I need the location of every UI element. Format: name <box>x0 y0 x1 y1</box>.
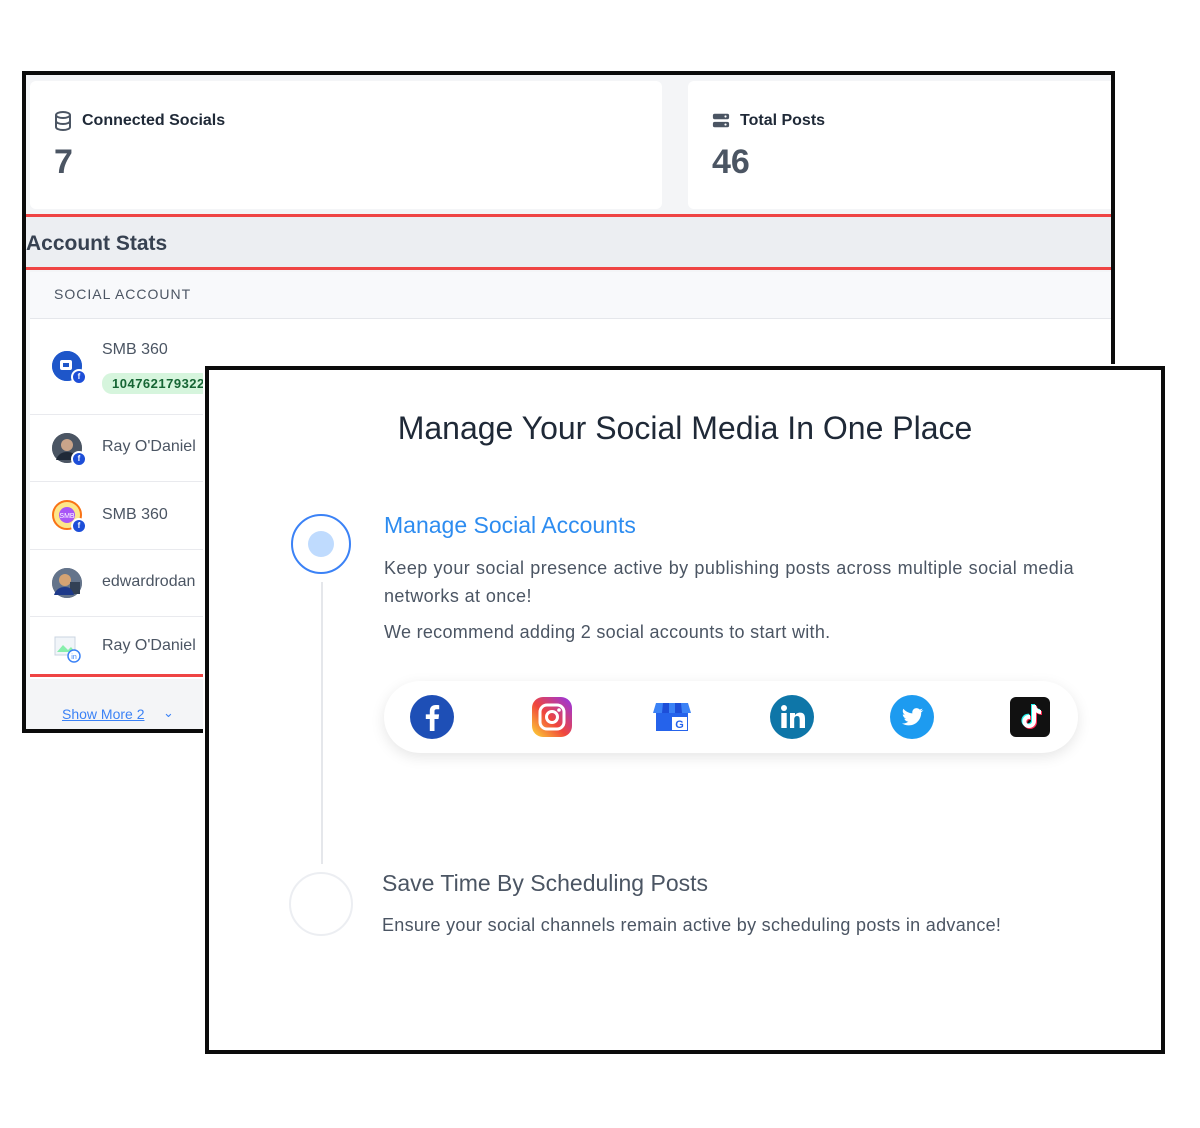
step-1-recommendation: We recommend adding 2 social accounts to… <box>384 622 831 642</box>
account-name: edwardrodan <box>102 573 196 590</box>
connected-socials-label: Connected Socials <box>82 112 226 129</box>
facebook-badge-icon: f <box>71 369 87 385</box>
broken-image-icon: in <box>54 636 81 663</box>
step-2-description: Ensure your social channels remain activ… <box>382 915 1002 935</box>
avatar: f <box>52 433 87 467</box>
step-1-description: Keep your social presence active by publ… <box>384 558 1074 606</box>
account-stats-header: Account Stats <box>26 214 1111 270</box>
total-posts-card: Total Posts 46 <box>688 81 1111 209</box>
connected-socials-card: Connected Socials 7 <box>30 81 662 209</box>
connected-socials-value: 7 <box>54 143 73 181</box>
tiktok-icon[interactable] <box>1008 695 1052 739</box>
account-name: Ray O'Daniel <box>102 637 196 654</box>
facebook-icon[interactable] <box>410 695 454 739</box>
account-name: SMB 360 <box>102 341 168 358</box>
onboarding-card: Manage Your Social Media In One Place Ma… <box>205 366 1165 1054</box>
step-1-title[interactable]: Manage Social Accounts <box>384 512 636 539</box>
svg-text:in: in <box>71 654 77 661</box>
avatar: SMB f <box>52 500 87 534</box>
total-posts-label: Total Posts <box>740 112 826 129</box>
account-id-badge: 104762179322 <box>102 373 215 394</box>
social-network-picker: G <box>384 681 1078 753</box>
step-2-title[interactable]: Save Time By Scheduling Posts <box>382 870 708 897</box>
twitter-icon[interactable] <box>890 695 934 739</box>
chevron-down-icon[interactable]: ⌄ <box>163 705 174 721</box>
step-2-indicator <box>289 872 353 936</box>
account-name: SMB 360 <box>102 506 168 523</box>
step-1-indicator <box>291 514 351 574</box>
server-icon <box>712 113 730 128</box>
table-header: SOCIAL ACCOUNT <box>30 272 1111 319</box>
database-icon <box>55 111 71 131</box>
account-name: Ray O'Daniel <box>102 438 196 455</box>
avatar: f <box>52 351 87 385</box>
onboarding-title: Manage Your Social Media In One Place <box>397 410 973 446</box>
account-stats-title: Account Stats <box>26 232 168 255</box>
svg-text:SMB: SMB <box>59 513 75 520</box>
linkedin-icon[interactable] <box>770 695 814 739</box>
user-photo-icon <box>52 568 82 598</box>
avatar: in <box>52 633 82 663</box>
total-posts-value: 46 <box>712 143 750 181</box>
show-more-link[interactable]: Show More 2 <box>62 706 144 722</box>
social-account-column-header: SOCIAL ACCOUNT <box>54 286 192 302</box>
google-business-icon[interactable]: G <box>650 695 694 739</box>
svg-text:G: G <box>675 719 684 731</box>
instagram-icon[interactable] <box>530 695 574 739</box>
facebook-badge-icon: f <box>71 451 87 467</box>
avatar <box>52 568 82 598</box>
facebook-badge-icon: f <box>71 518 87 534</box>
step-connector <box>321 582 323 864</box>
